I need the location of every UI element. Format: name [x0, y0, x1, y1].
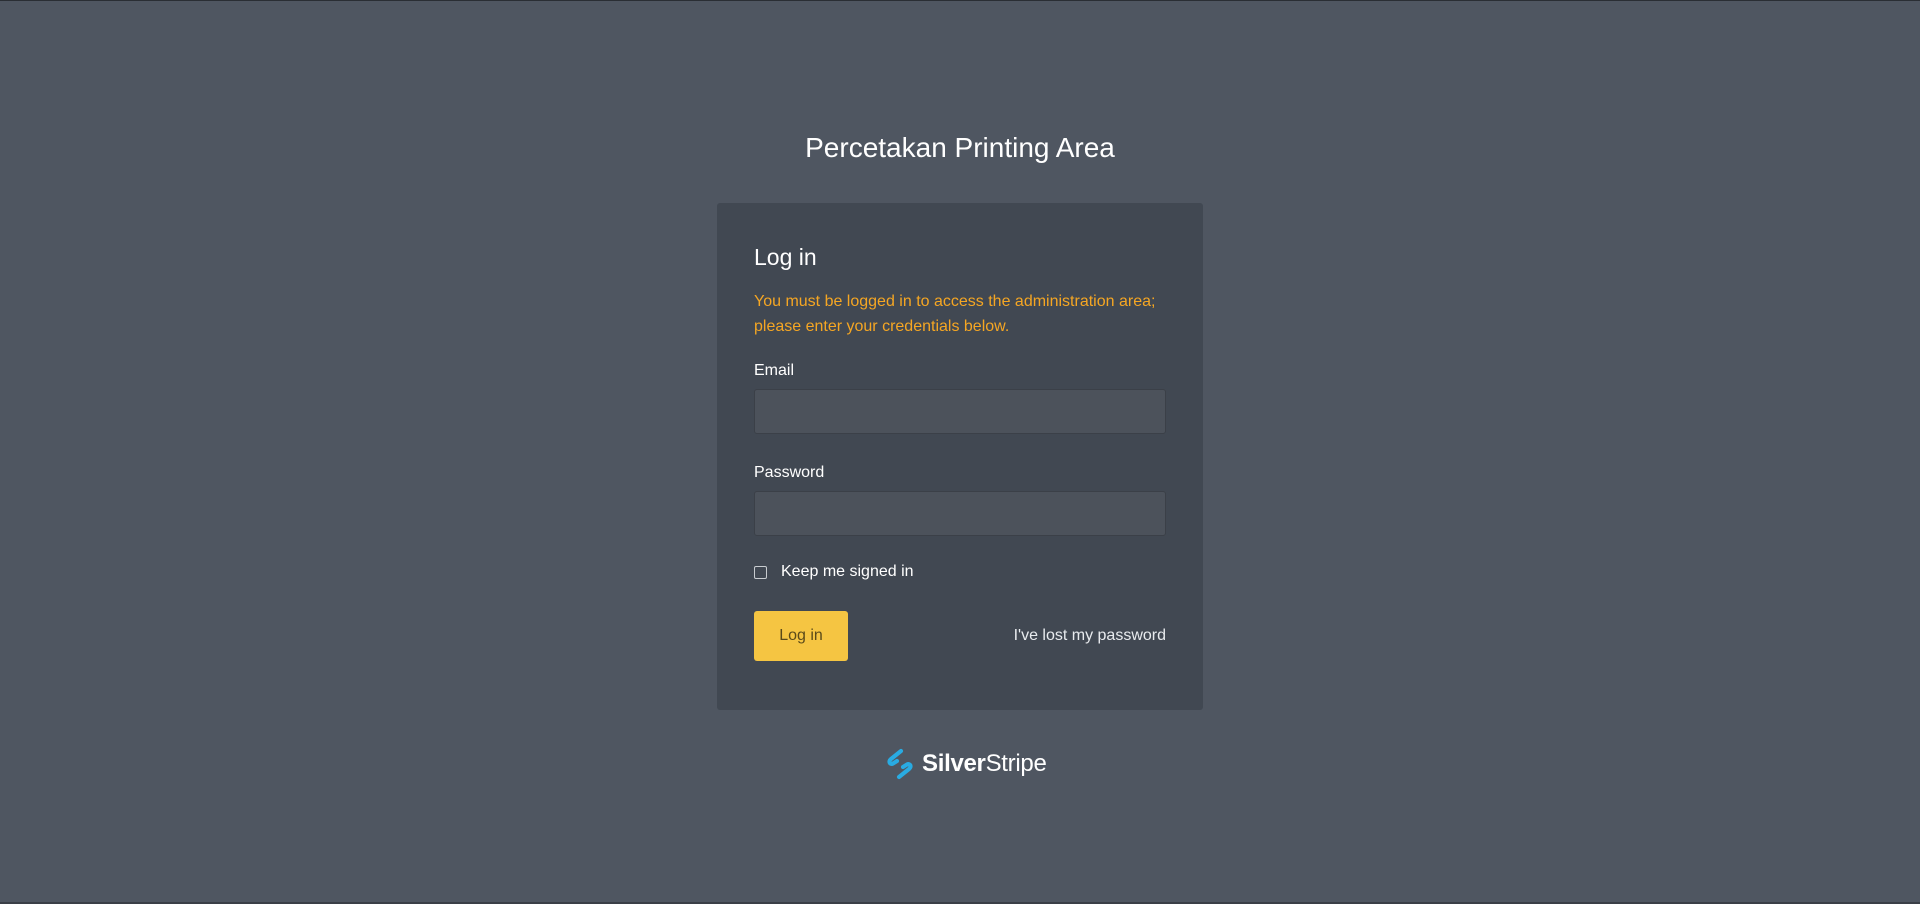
remember-me-checkbox[interactable]: [754, 565, 767, 579]
wordmark-stripe: Stripe: [985, 750, 1047, 777]
login-heading: Log in: [754, 244, 817, 270]
login-button[interactable]: Log in: [754, 611, 848, 661]
silverstripe-wordmark: SilverStripe: [922, 750, 1047, 778]
site-title: Percetakan Printing Area: [805, 132, 1115, 163]
silverstripe-logo-icon: [887, 748, 913, 780]
top-border: [0, 0, 1920, 1]
email-label: Email: [754, 362, 795, 379]
login-required-message: You must be logged in to access the admi…: [754, 293, 1156, 335]
silverstripe-logo: SilverStripe: [884, 748, 1047, 780]
wordmark-silver: Silver: [922, 750, 986, 777]
lost-password-link[interactable]: I've lost my password: [1014, 626, 1166, 646]
remember-me-row[interactable]: Keep me signed in: [754, 562, 914, 582]
login-card: Log in You must be logged in to access t…: [717, 203, 1203, 710]
email-input[interactable]: [754, 389, 1166, 434]
password-input[interactable]: [754, 491, 1166, 536]
password-label: Password: [754, 464, 825, 481]
remember-me-label[interactable]: Keep me signed in: [781, 562, 914, 582]
